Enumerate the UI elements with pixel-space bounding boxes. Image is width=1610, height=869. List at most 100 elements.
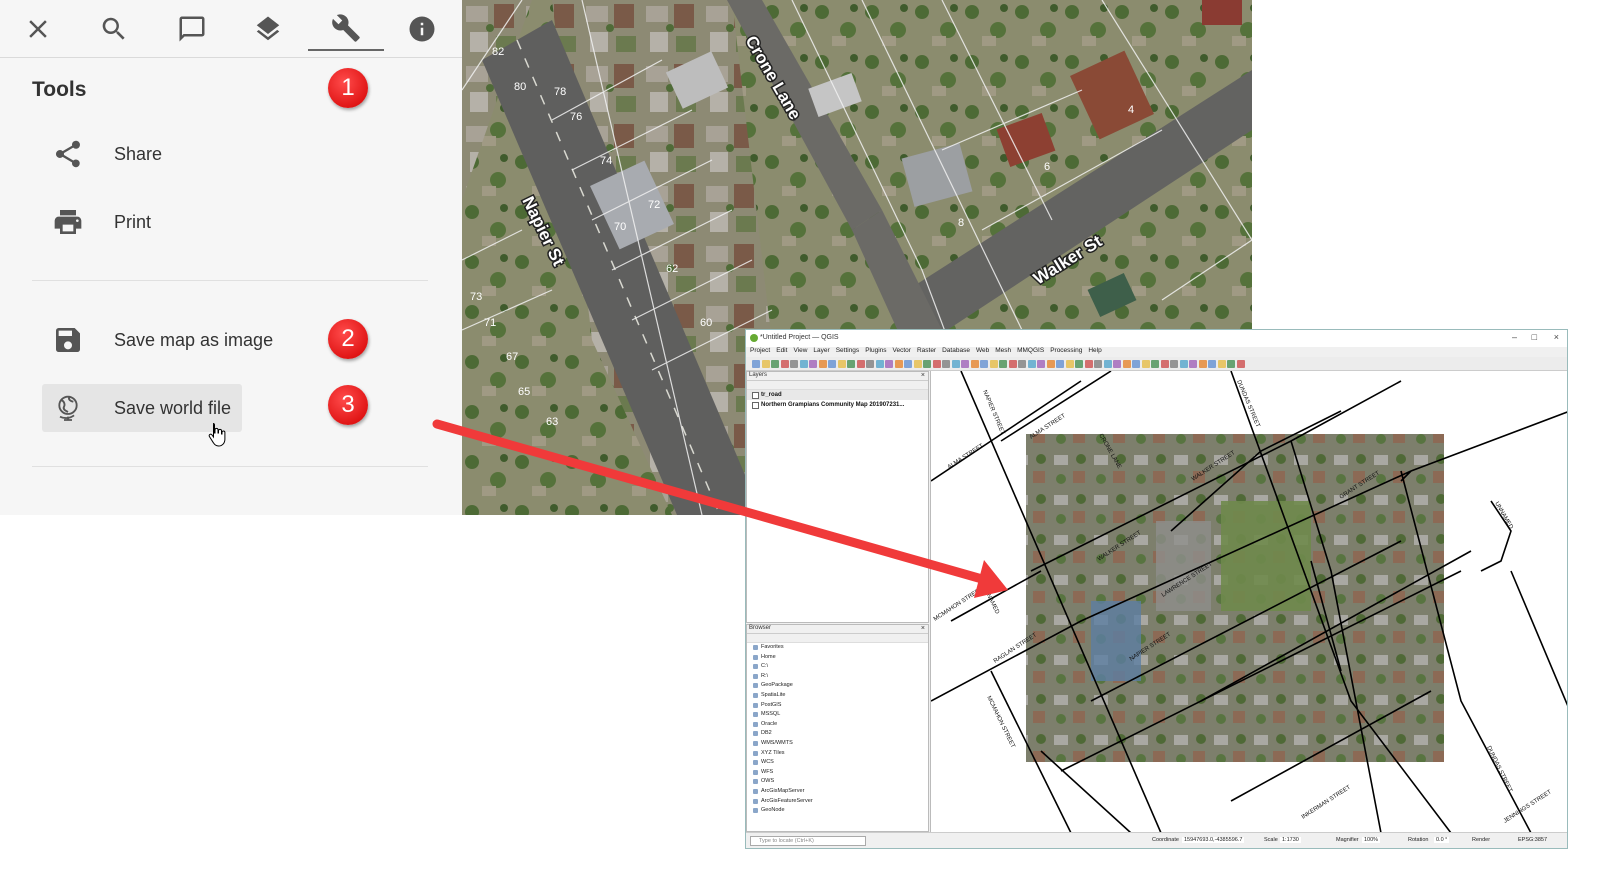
save-map-image-menu-item[interactable]: Save map as image bbox=[42, 316, 292, 364]
toolbar-button[interactable] bbox=[1122, 360, 1131, 368]
toolbar-button[interactable] bbox=[913, 360, 922, 368]
toolbar-button[interactable] bbox=[1084, 360, 1093, 368]
toolbar-button[interactable] bbox=[1151, 360, 1159, 368]
toolbar-button[interactable] bbox=[904, 360, 912, 368]
browser-item[interactable]: ArcGisMapServer bbox=[747, 787, 928, 797]
toolbar-button[interactable] bbox=[828, 360, 836, 368]
browser-item[interactable]: Favorites bbox=[747, 643, 928, 653]
layer-item-tr-road[interactable]: tr_road bbox=[747, 390, 928, 400]
menu-plugins[interactable]: Plugins bbox=[865, 347, 886, 357]
browser-item[interactable]: Home bbox=[747, 653, 928, 663]
layers-button[interactable] bbox=[246, 7, 290, 51]
menu-edit[interactable]: Edit bbox=[776, 347, 787, 357]
browser-item[interactable]: SpatiaLite bbox=[747, 691, 928, 701]
panel-close-icon[interactable]: × bbox=[921, 372, 925, 379]
toolbar-button[interactable] bbox=[999, 360, 1007, 368]
toolbar-button[interactable] bbox=[866, 360, 874, 368]
minimize-icon[interactable]: – bbox=[1512, 332, 1517, 342]
toolbar-button[interactable] bbox=[1217, 360, 1226, 368]
browser-item[interactable]: GeoPackage bbox=[747, 681, 928, 691]
browser-item[interactable]: C:\ bbox=[747, 662, 928, 672]
menu-raster[interactable]: Raster bbox=[917, 347, 936, 357]
toolbar-button[interactable] bbox=[1208, 360, 1216, 368]
toolbar-button[interactable] bbox=[780, 360, 789, 368]
menu-processing[interactable]: Processing bbox=[1050, 347, 1082, 357]
browser-item[interactable]: WMS/WMTS bbox=[747, 739, 928, 749]
coordinate-value[interactable]: 15947693.0,-4385596.7 bbox=[1182, 837, 1245, 843]
browser-item[interactable]: OWS bbox=[747, 777, 928, 787]
print-menu-item[interactable]: Print bbox=[42, 198, 252, 246]
panel-close-icon[interactable]: × bbox=[921, 625, 925, 632]
toolbar-button[interactable] bbox=[1046, 360, 1055, 368]
toolbar-button[interactable] bbox=[1170, 360, 1178, 368]
toolbar-button[interactable] bbox=[1227, 360, 1235, 368]
toolbar-button[interactable] bbox=[761, 360, 770, 368]
menu-settings[interactable]: Settings bbox=[836, 347, 860, 357]
toolbar-button[interactable] bbox=[1189, 360, 1197, 368]
menu-mesh[interactable]: Mesh bbox=[995, 347, 1011, 357]
qgis-map-canvas[interactable]: NAPIER STREET ALMA STREET ALMA STREET DU… bbox=[930, 371, 1567, 833]
toolbar-button[interactable] bbox=[809, 360, 817, 368]
layer-item-community-map[interactable]: Northern Grampians Community Map 2019072… bbox=[747, 400, 928, 410]
magnifier-value[interactable]: 100% bbox=[1362, 837, 1381, 843]
window-close-icon[interactable]: × bbox=[1554, 332, 1559, 342]
menu-layer[interactable]: Layer bbox=[813, 347, 829, 357]
info-button[interactable] bbox=[400, 7, 444, 51]
maximize-icon[interactable]: □ bbox=[1532, 332, 1537, 342]
close-button[interactable] bbox=[16, 7, 60, 51]
toolbar-button[interactable] bbox=[894, 360, 903, 368]
rotation-value[interactable]: 0.0 ° bbox=[1434, 837, 1450, 843]
toolbar-button[interactable] bbox=[847, 360, 855, 368]
toolbar-button[interactable] bbox=[885, 360, 893, 368]
toolbar-button[interactable] bbox=[875, 360, 884, 368]
menu-view[interactable]: View bbox=[793, 347, 807, 357]
toolbar-button[interactable] bbox=[989, 360, 998, 368]
browser-item[interactable]: WCS bbox=[747, 758, 928, 768]
toolbar-button[interactable] bbox=[752, 360, 760, 368]
search-button[interactable] bbox=[92, 7, 136, 51]
menu-help[interactable]: Help bbox=[1088, 347, 1101, 357]
toolbar-button[interactable] bbox=[1037, 360, 1045, 368]
toolbar-button[interactable] bbox=[1160, 360, 1169, 368]
toolbar-button[interactable] bbox=[1075, 360, 1083, 368]
menu-vector[interactable]: Vector bbox=[893, 347, 911, 357]
share-menu-item[interactable]: Share bbox=[42, 130, 252, 178]
toolbar-button[interactable] bbox=[980, 360, 988, 368]
toolbar-button[interactable] bbox=[771, 360, 779, 368]
toolbar-button[interactable] bbox=[1179, 360, 1188, 368]
browser-item[interactable]: WFS bbox=[747, 768, 928, 778]
toolbar-button[interactable] bbox=[1198, 360, 1207, 368]
locator-input[interactable]: Type to locate (Ctrl+K) bbox=[750, 836, 866, 846]
toolbar-button[interactable] bbox=[1018, 360, 1026, 368]
menu-project[interactable]: Project bbox=[750, 347, 770, 357]
toolbar-button[interactable] bbox=[1008, 360, 1017, 368]
render-checkbox-label[interactable]: Render bbox=[1472, 837, 1490, 843]
toolbar-button[interactable] bbox=[799, 360, 808, 368]
toolbar-button[interactable] bbox=[961, 360, 969, 368]
toolbar-button[interactable] bbox=[856, 360, 865, 368]
toolbar-button[interactable] bbox=[942, 360, 950, 368]
browser-item[interactable]: PostGIS bbox=[747, 701, 928, 711]
toolbar-button[interactable] bbox=[951, 360, 960, 368]
toolbar-button[interactable] bbox=[1113, 360, 1121, 368]
toolbar-button[interactable] bbox=[923, 360, 931, 368]
toolbar-button[interactable] bbox=[970, 360, 979, 368]
toolbar-button[interactable] bbox=[932, 360, 941, 368]
browser-item[interactable]: XYZ Tiles bbox=[747, 749, 928, 759]
toolbar-button[interactable] bbox=[1132, 360, 1140, 368]
toolbar-button[interactable] bbox=[1094, 360, 1102, 368]
crs-button[interactable]: EPSG:3857 bbox=[1518, 837, 1547, 843]
toolbar-button[interactable] bbox=[1065, 360, 1074, 368]
menu-database[interactable]: Database bbox=[942, 347, 970, 357]
toolbar-button[interactable] bbox=[1236, 360, 1245, 368]
browser-item[interactable]: R:\ bbox=[747, 672, 928, 682]
browser-item[interactable]: MSSQL bbox=[747, 710, 928, 720]
toolbar-button[interactable] bbox=[818, 360, 827, 368]
toolbar-button[interactable] bbox=[1141, 360, 1150, 368]
menu-mmqgis[interactable]: MMQGIS bbox=[1017, 347, 1044, 357]
toolbar-button[interactable] bbox=[837, 360, 846, 368]
comment-button[interactable] bbox=[170, 7, 214, 51]
browser-item[interactable]: GeoNode bbox=[747, 806, 928, 816]
toolbar-button[interactable] bbox=[1056, 360, 1064, 368]
browser-item[interactable]: ArcGisFeatureServer bbox=[747, 797, 928, 807]
